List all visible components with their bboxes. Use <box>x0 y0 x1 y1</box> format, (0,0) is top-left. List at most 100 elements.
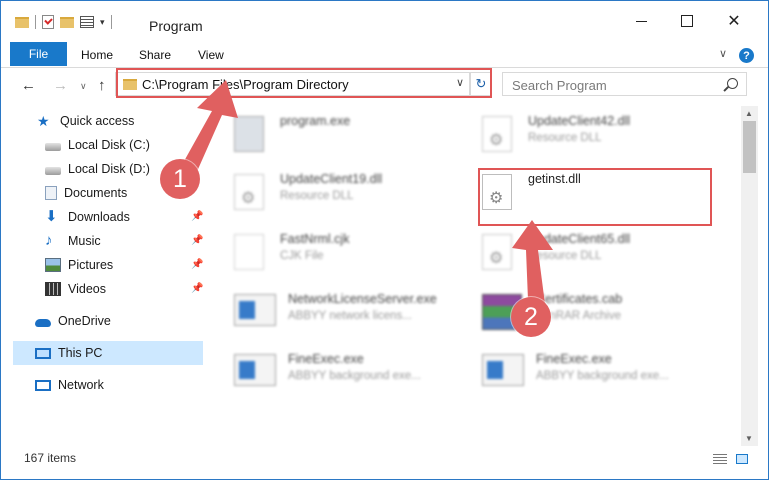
file-name: UpdateClient19.dll <box>280 172 383 186</box>
sidebar-item-label: Documents <box>64 186 128 200</box>
program-file-icon <box>234 116 264 152</box>
vertical-scrollbar[interactable]: ▲ ▼ <box>741 106 758 446</box>
sidebar-item-label: This PC <box>58 346 103 360</box>
properties-check-icon[interactable] <box>42 15 54 29</box>
tab-file[interactable]: File <box>10 42 67 66</box>
address-path[interactable]: C:\Program Files\Program Directory <box>142 77 349 92</box>
status-bar: 167 items <box>1 446 768 479</box>
file-item[interactable]: NetworkLicenseServer.exe ABBYY network l… <box>234 290 474 340</box>
sidebar-item-local-disk-d[interactable]: Local Disk (D:) <box>45 157 150 181</box>
properties-icon[interactable] <box>80 16 94 28</box>
window-title: Program <box>149 18 203 34</box>
customize-toolbar-dropdown-icon[interactable]: ▾ <box>100 17 105 28</box>
executable-file-icon <box>234 294 276 326</box>
drive-icon <box>45 142 61 151</box>
file-name: FastNrml.cjk <box>280 232 350 246</box>
file-name: program.exe <box>280 114 351 128</box>
file-name: UpdateClient42.dll <box>528 114 631 128</box>
minimize-icon <box>635 20 647 22</box>
details-view-icon[interactable] <box>713 454 727 464</box>
tab-view[interactable]: View <box>198 48 224 62</box>
toolbar-separator <box>35 15 36 29</box>
scroll-up-icon[interactable]: ▲ <box>745 109 753 118</box>
pin-icon[interactable]: 📌 <box>191 235 203 246</box>
file-item[interactable]: UpdateClient65.dll Resource DLL <box>482 230 712 280</box>
file-type: Resource DLL <box>528 250 602 262</box>
executable-file-icon <box>234 354 276 386</box>
sidebar-item-label: OneDrive <box>58 314 111 328</box>
download-icon: ⬇ <box>45 208 58 225</box>
file-type: WinRAR Archive <box>536 310 621 322</box>
tab-share[interactable]: Share <box>139 48 171 62</box>
maximize-button[interactable] <box>664 1 710 41</box>
file-item[interactable]: program.exe <box>234 112 464 162</box>
file-item[interactable]: FineExec.exe ABBYY background exe... <box>482 350 722 400</box>
title-bar: ▾ Program ✕ <box>1 1 768 41</box>
dll-file-icon <box>482 116 512 152</box>
file-item-getinst[interactable]: getinst.dll <box>482 170 712 220</box>
dll-file-icon <box>234 174 264 210</box>
file-item[interactable]: Certificates.cab WinRAR Archive <box>482 290 712 340</box>
file-type: ABBYY network licens... <box>288 310 412 322</box>
back-arrow-icon[interactable]: ← <box>21 77 36 94</box>
sidebar-item-music[interactable]: ♪ Music <box>45 229 101 253</box>
file-name: FineExec.exe <box>536 352 612 366</box>
sidebar-item-this-pc[interactable]: This PC <box>13 341 203 365</box>
sidebar-item-quick-access[interactable]: ★ Quick access <box>37 109 134 133</box>
dll-file-icon <box>482 234 512 270</box>
star-icon: ★ <box>37 113 50 129</box>
pin-icon[interactable]: 📌 <box>191 259 203 270</box>
pin-icon[interactable]: 📌 <box>191 283 203 294</box>
close-icon: ✕ <box>727 13 741 30</box>
expand-ribbon-chevron-icon[interactable]: ∨ <box>719 47 727 60</box>
sidebar-item-onedrive[interactable]: OneDrive <box>35 309 111 333</box>
help-icon[interactable]: ? <box>739 48 754 63</box>
scrollbar-thumb[interactable] <box>743 121 756 173</box>
sidebar-item-label: Local Disk (D:) <box>68 162 150 176</box>
sidebar-item-documents[interactable]: Documents <box>45 181 127 205</box>
address-dropdown-icon[interactable]: ∨ <box>456 76 464 89</box>
file-item[interactable]: UpdateClient42.dll Resource DLL <box>482 112 712 162</box>
file-item[interactable]: FineExec.exe ABBYY background exe... <box>234 350 474 400</box>
sidebar-item-pictures[interactable]: Pictures <box>45 253 113 277</box>
scroll-down-icon[interactable]: ▼ <box>745 434 753 443</box>
large-icons-view-icon[interactable] <box>736 454 748 464</box>
navigation-pane: ★ Quick access Local Disk (C:) Local Dis… <box>1 106 206 446</box>
executable-file-icon <box>482 354 524 386</box>
explorer-window: ▾ Program ✕ File Home Share View ∨ ? ← →… <box>0 0 769 480</box>
recent-locations-dropdown-icon[interactable]: ∨ <box>80 81 87 92</box>
sidebar-item-label: Videos <box>68 282 106 296</box>
file-type: CJK File <box>280 250 324 262</box>
tab-home[interactable]: Home <box>81 48 113 62</box>
file-type: Resource DLL <box>528 132 602 144</box>
forward-arrow-icon[interactable]: → <box>53 77 68 94</box>
sidebar-item-videos[interactable]: Videos <box>45 277 106 301</box>
file-name: getinst.dll <box>528 172 581 186</box>
close-button[interactable]: ✕ <box>711 1 757 41</box>
search-input[interactable]: Search Program <box>502 72 747 96</box>
file-item[interactable]: UpdateClient19.dll Resource DLL <box>234 170 464 220</box>
file-type: ABBYY background exe... <box>536 370 669 382</box>
pin-icon[interactable]: 📌 <box>191 211 203 222</box>
minimize-button[interactable] <box>618 1 664 41</box>
ribbon: File Home Share View ∨ ? <box>1 41 768 68</box>
file-name: NetworkLicenseServer.exe <box>288 292 437 306</box>
maximize-icon <box>681 15 693 27</box>
toolbar-separator <box>110 15 112 29</box>
computer-icon <box>35 347 51 359</box>
address-bar[interactable]: C:\Program Files\Program Directory ∨ <box>115 72 470 96</box>
documents-icon <box>45 186 57 200</box>
sidebar-item-network[interactable]: Network <box>35 373 104 397</box>
file-list: program.exe UpdateClient42.dll Resource … <box>208 106 741 446</box>
refresh-icon[interactable]: ↻ <box>470 72 492 96</box>
file-item[interactable]: FastNrml.cjk CJK File <box>234 230 464 280</box>
sidebar-item-local-disk-c[interactable]: Local Disk (C:) <box>45 133 150 157</box>
file-type: Resource DLL <box>280 190 354 202</box>
up-arrow-icon[interactable]: ↑ <box>98 77 106 94</box>
folder-icon <box>15 16 29 28</box>
sidebar-item-downloads[interactable]: ⬇ Downloads <box>45 205 130 229</box>
new-folder-icon[interactable] <box>60 16 74 28</box>
file-name: UpdateClient65.dll <box>528 232 631 246</box>
dll-file-icon <box>482 174 512 210</box>
search-icon[interactable] <box>727 78 738 89</box>
